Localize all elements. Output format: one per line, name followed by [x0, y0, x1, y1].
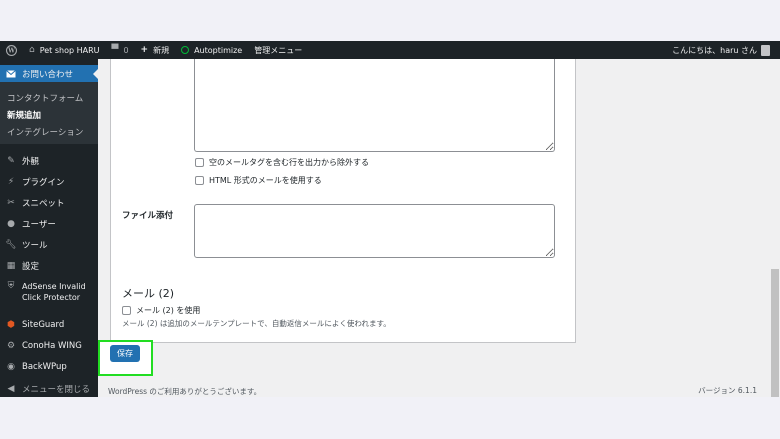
mail2-title: メール (2) — [122, 287, 175, 300]
exclude-empty-lines-option[interactable]: 空のメールタグを含む行を出力から除外する — [195, 157, 369, 168]
plus-icon: + — [140, 45, 149, 55]
comment-icon: ▀ — [111, 45, 119, 55]
user-icon: ● — [7, 219, 15, 229]
sidebar-item-label: スニペット — [22, 199, 65, 209]
exclude-empty-lines-checkbox[interactable] — [195, 158, 204, 167]
sidebar-item-adsense[interactable]: ⛨ AdSense Invalid Click Protector — [0, 281, 98, 303]
collapse-icon: ◀ — [7, 384, 15, 394]
sidebar-item-tools[interactable]: 🔧︎ ツール — [0, 239, 98, 251]
browser-viewport: W ⌂ Pet shop HARU ▀ 0 + 新規 Autoptimize 管… — [0, 41, 780, 397]
save-button[interactable]: 保存 — [110, 345, 140, 362]
mail-settings-panel: 空のメールタグを含む行を出力から除外する HTML 形式のメールを使用する ファ… — [110, 59, 576, 343]
main-content: 空のメールタグを含む行を出力から除外する HTML 形式のメールを使用する ファ… — [98, 59, 780, 397]
sidebar-submenu: コンタクトフォーム 新規追加 インテグレーション — [0, 82, 98, 144]
greeting: こんにちは、haru さん — [672, 45, 757, 55]
use-mail2-label: メール (2) を使用 — [136, 306, 201, 315]
adsense-label-wrap: AdSense Invalid Click Protector — [22, 281, 86, 303]
sidebar-item-label: プラグイン — [22, 178, 65, 188]
sidebar-item-contact[interactable]: お問い合わせ — [0, 65, 98, 82]
html-mail-checkbox[interactable] — [195, 176, 204, 185]
html-mail-label: HTML 形式のメールを使用する — [209, 176, 322, 185]
submenu-add-new[interactable]: 新規追加 — [7, 109, 41, 121]
sidebar-item-label: 外観 — [22, 157, 40, 167]
gear-icon: ⚙ — [6, 341, 16, 351]
sidebar-item-label: メニューを閉じる — [22, 385, 91, 395]
sidebar-item-siteguard[interactable]: ⬢ SiteGuard — [0, 320, 98, 330]
sidebar-item-users[interactable]: ● ユーザー — [0, 218, 98, 230]
new-content-link[interactable]: + 新規 — [141, 45, 170, 56]
sidebar-item-conoha[interactable]: ⚙ ConoHa WING — [0, 341, 98, 351]
sidebar-item-label: AdSense Invalid — [22, 282, 86, 291]
sidebar-item-settings[interactable]: ▦ 設定 — [0, 260, 98, 272]
sidebar-item-plugins[interactable]: ⚡ プラグイン — [0, 176, 98, 188]
svg-text:W: W — [7, 47, 15, 54]
new-label: 新規 — [153, 45, 170, 55]
mail2-description: メール (2) は追加のメールテンプレートで、自動返信メールによく使われます。 — [122, 319, 391, 328]
admin-bar: W ⌂ Pet shop HARU ▀ 0 + 新規 Autoptimize 管… — [0, 41, 780, 59]
exclude-empty-lines-label: 空のメールタグを含む行を出力から除外する — [209, 158, 369, 167]
submenu-integration[interactable]: インテグレーション — [7, 126, 83, 138]
status-ring-icon — [181, 46, 190, 54]
html-mail-option[interactable]: HTML 形式のメールを使用する — [195, 175, 322, 186]
sidebar-item-backwpup[interactable]: ◉ BackWPup — [0, 362, 98, 372]
site-name-link[interactable]: ⌂ Pet shop HARU — [29, 45, 100, 55]
use-mail2-checkbox[interactable] — [122, 306, 131, 315]
sidebar-item-label: ConoHa WING — [22, 341, 82, 351]
sidebar-item-label: SiteGuard — [22, 320, 65, 330]
footer-thanks: WordPress のご利用ありがとうございます。 — [108, 387, 262, 396]
siteguard-icon: ⬢ — [7, 320, 15, 330]
sidebar-item-label: Click Protector — [22, 293, 81, 302]
manage-menu-label: 管理メニュー — [254, 45, 303, 55]
admin-sidebar: お問い合わせ コンタクトフォーム 新規追加 インテグレーション ✎ 外観 ⚡ プラグ… — [0, 59, 98, 397]
comments-link[interactable]: ▀ 0 — [112, 45, 129, 55]
wrench-icon: 🔧︎ — [5, 240, 17, 250]
autoptimize-label: Autoptimize — [194, 45, 243, 55]
autoptimize-link[interactable]: Autoptimize — [181, 46, 242, 55]
page-scrollbar[interactable] — [770, 59, 780, 397]
brush-icon: ✎ — [7, 156, 15, 166]
sidebar-item-appearance[interactable]: ✎ 外観 — [0, 155, 98, 167]
footer-version: バージョン 6.1.1 — [698, 386, 757, 395]
avatar — [761, 44, 770, 56]
sidebar-item-label: ツール — [22, 241, 48, 251]
scissors-icon: ✂ — [7, 198, 15, 208]
manage-menu-link[interactable]: 管理メニュー — [254, 45, 302, 56]
wordpress-logo-icon[interactable]: W — [6, 44, 17, 56]
attachment-label: ファイル添付 — [122, 211, 174, 221]
sidebar-item-label: 設定 — [22, 262, 40, 272]
message-body-textarea[interactable] — [194, 59, 555, 152]
comments-count: 0 — [123, 45, 129, 55]
site-name: Pet shop HARU — [39, 45, 100, 55]
sidebar-item-snippets[interactable]: ✂ スニペット — [0, 197, 98, 209]
sidebar-current-label: お問い合わせ — [22, 69, 74, 80]
home-icon: ⌂ — [29, 45, 35, 55]
plug-icon: ⚡ — [7, 177, 15, 187]
backwpup-icon: ◉ — [7, 362, 15, 372]
shield-icon: ⛨ — [7, 281, 15, 291]
use-mail2-option[interactable]: メール (2) を使用 — [122, 305, 200, 316]
settings-icon: ▦ — [6, 261, 16, 271]
scrollbar-thumb[interactable] — [771, 269, 779, 397]
file-attachment-textarea[interactable] — [194, 204, 555, 258]
mail-icon — [3, 69, 19, 78]
sidebar-item-label: ユーザー — [22, 220, 56, 230]
submenu-contact-forms[interactable]: コンタクトフォーム — [7, 92, 83, 104]
sidebar-collapse[interactable]: ◀ メニューを閉じる — [0, 383, 98, 395]
account-menu[interactable]: こんにちは、haru さん — [672, 41, 770, 59]
sidebar-item-label: BackWPup — [22, 362, 67, 372]
